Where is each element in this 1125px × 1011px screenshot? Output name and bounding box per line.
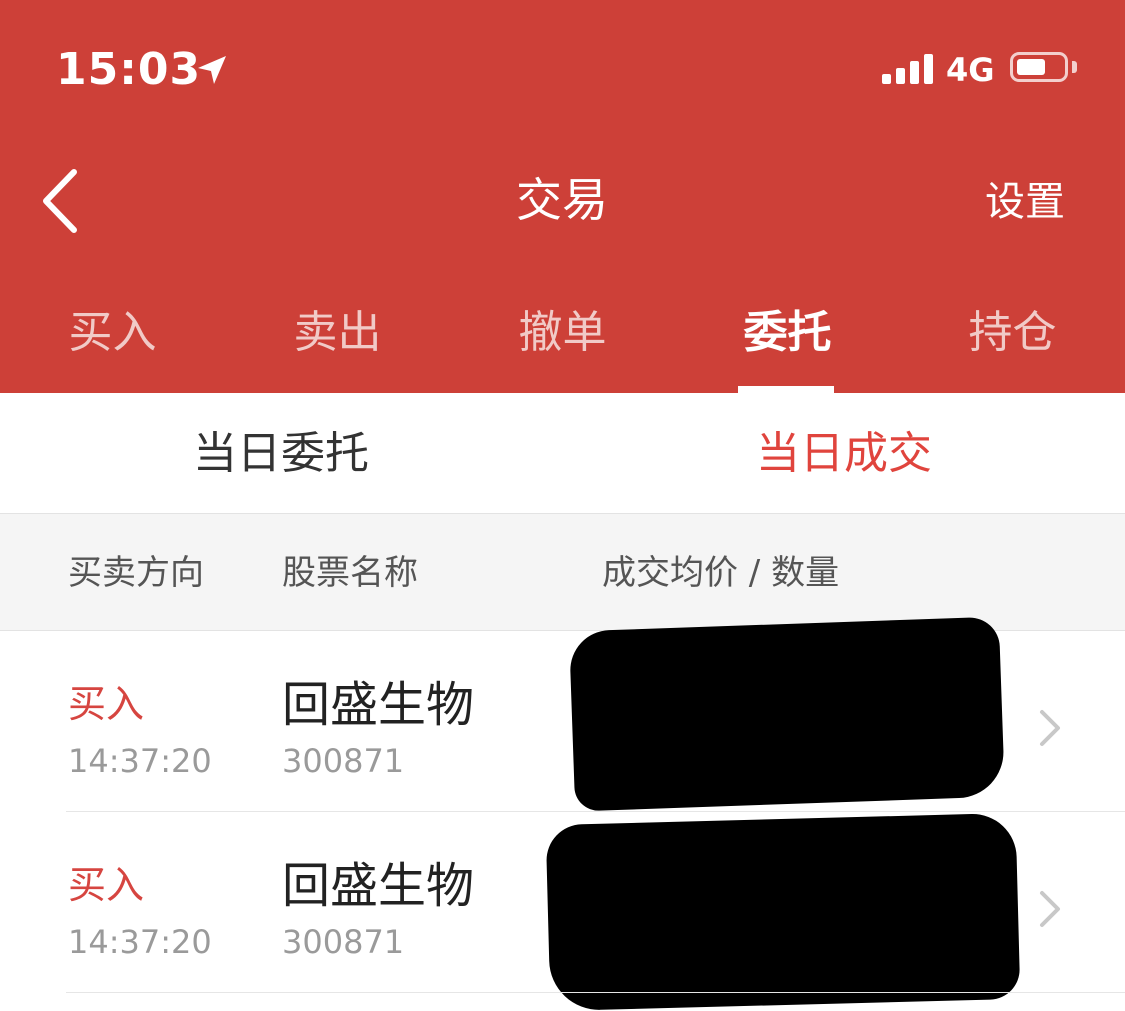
redaction-block bbox=[545, 812, 1021, 1011]
tab-positions[interactable]: 持仓 bbox=[900, 302, 1125, 364]
table-row[interactable]: 买入 14:37:20 回盛生物 300871 bbox=[0, 812, 1125, 1011]
tab-orders[interactable]: 委托 bbox=[675, 302, 900, 364]
active-tab-indicator bbox=[738, 386, 834, 393]
chevron-right-icon bbox=[1040, 891, 1060, 927]
header-avg-price-qty: 成交均价 / 数量 bbox=[602, 553, 840, 593]
status-time: 15:03 bbox=[56, 44, 202, 95]
page-title: 交易 bbox=[516, 173, 608, 227]
header-stock-name: 股票名称 bbox=[282, 553, 418, 593]
trade-time: 14:37:20 bbox=[68, 923, 212, 961]
sub-tabs: 当日委托 当日成交 bbox=[0, 393, 1125, 513]
tab-buy[interactable]: 买入 bbox=[0, 302, 225, 364]
stock-code: 300871 bbox=[282, 923, 405, 961]
battery-tip bbox=[1072, 61, 1077, 73]
tab-sell[interactable]: 卖出 bbox=[225, 302, 450, 364]
stock-name: 回盛生物 bbox=[282, 858, 475, 914]
settings-button[interactable]: 设置 bbox=[985, 174, 1065, 230]
chevron-right-icon bbox=[1040, 710, 1060, 746]
stock-name: 回盛生物 bbox=[282, 677, 475, 733]
back-button[interactable] bbox=[34, 166, 86, 236]
subtab-today-trades[interactable]: 当日成交 bbox=[563, 423, 1125, 485]
signal-icon bbox=[882, 54, 934, 84]
network-label: 4G bbox=[946, 51, 995, 89]
tab-cancel[interactable]: 撤单 bbox=[450, 302, 675, 364]
battery-icon bbox=[1010, 52, 1068, 82]
main-tabs: 买入 卖出 撤单 委托 持仓 bbox=[0, 290, 1125, 393]
redaction-block bbox=[568, 616, 1006, 812]
trade-direction: 买入 bbox=[68, 682, 145, 726]
row-divider bbox=[66, 992, 1125, 993]
chevron-left-icon bbox=[43, 169, 77, 233]
table-header: 买卖方向 股票名称 成交均价 / 数量 bbox=[0, 513, 1125, 631]
subtab-today-orders[interactable]: 当日委托 bbox=[0, 423, 562, 485]
trade-time: 14:37:20 bbox=[68, 742, 212, 780]
row-divider bbox=[66, 811, 1125, 812]
location-arrow-icon bbox=[198, 56, 226, 84]
header-direction: 买卖方向 bbox=[68, 553, 204, 593]
stock-code: 300871 bbox=[282, 742, 405, 780]
table-row[interactable]: 买入 14:37:20 回盛生物 300871 bbox=[0, 616, 1125, 812]
trade-direction: 买入 bbox=[68, 863, 145, 907]
